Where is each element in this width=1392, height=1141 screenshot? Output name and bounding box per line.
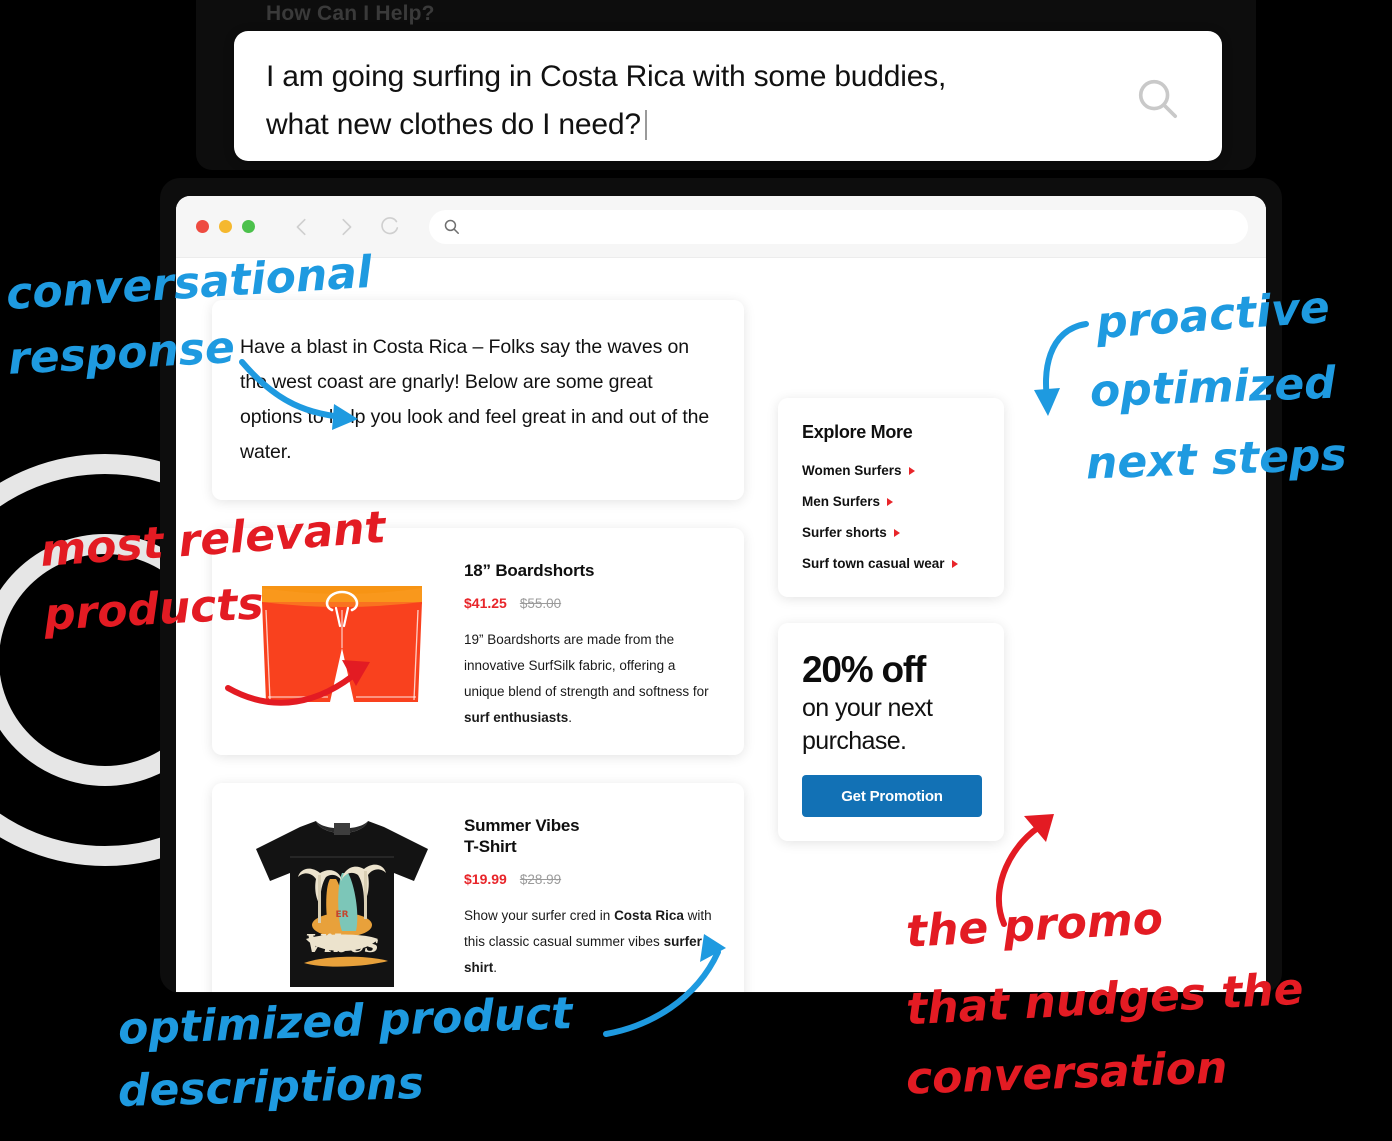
explore-more-card: Explore More Women Surfers Men Surfers S…	[778, 398, 1004, 597]
main-column: Have a blast in Costa Rica – Folks say t…	[212, 300, 744, 992]
desc-bold: surf enthusiasts	[464, 710, 569, 725]
product-title: Summer Vibes T-Shirt	[464, 816, 580, 856]
explore-link-surfer-shorts[interactable]: Surfer shorts	[802, 525, 984, 540]
search-query-text: I am going surfing in Costa Rica with so…	[266, 53, 1086, 149]
maximize-button[interactable]	[242, 220, 255, 233]
explore-link-label: Men Surfers	[802, 494, 881, 509]
annotation-optimized-descriptions-line-1: optimized product	[117, 988, 574, 1055]
product-info: 18” Boardshorts $41.25 $55.00 19” Boards…	[464, 552, 718, 731]
explore-link-label: Women Surfers	[802, 463, 902, 478]
search-panel-title: How Can I Help?	[266, 2, 435, 25]
product-card-tshirt[interactable]: Vibes ER Summer Vibes T-Shirt $19.99 $28…	[212, 783, 744, 992]
product-card-boardshorts[interactable]: 18” Boardshorts $41.25 $55.00 19” Boards…	[212, 528, 744, 755]
promo-headline: 20% off	[802, 649, 926, 690]
explore-link-women-surfers[interactable]: Women Surfers	[802, 463, 984, 478]
boardshorts-image	[234, 552, 450, 712]
chevron-left-icon[interactable]	[291, 216, 313, 238]
explore-link-label: Surf town casual wear	[802, 556, 945, 571]
search-icon	[444, 219, 459, 234]
browser-window: Have a blast in Costa Rica – Folks say t…	[176, 196, 1266, 992]
arrow-right-icon	[951, 559, 958, 568]
arrow-right-icon	[908, 466, 915, 475]
desc-pre: 19” Boardshorts are made from the innova…	[464, 632, 709, 699]
annotation-promo-line-3: conversation	[905, 1042, 1229, 1105]
reload-icon[interactable]	[379, 216, 401, 238]
close-button[interactable]	[196, 220, 209, 233]
annotation-optimized-descriptions-line-2: descriptions	[117, 1058, 425, 1117]
get-promotion-button[interactable]: Get Promotion	[802, 775, 982, 817]
svg-text:Vibes: Vibes	[306, 929, 379, 958]
browser-chrome-bar	[176, 196, 1266, 258]
chevron-right-icon[interactable]	[335, 216, 357, 238]
promo-subline-2: purchase.	[802, 727, 907, 755]
price-row: $19.99 $28.99	[464, 871, 718, 887]
minimize-button[interactable]	[219, 220, 232, 233]
text-caret	[644, 110, 647, 140]
desc-pre: Show your surfer cred in	[464, 908, 615, 923]
desc-post: .	[493, 960, 498, 975]
search-input[interactable]: I am going surfing in Costa Rica with so…	[234, 31, 1222, 161]
desc-post: .	[568, 710, 573, 725]
svg-text:ER: ER	[335, 910, 348, 920]
browser-nav-buttons	[291, 216, 401, 238]
address-bar[interactable]	[429, 209, 1248, 244]
explore-more-title: Explore More	[802, 422, 913, 442]
sale-price: $41.25	[464, 595, 507, 611]
product-title: 18” Boardshorts	[464, 561, 595, 580]
original-price: $28.99	[519, 872, 562, 887]
search-query-line-1: I am going surfing in Costa Rica with so…	[266, 60, 947, 93]
sidebar-column: Explore More Women Surfers Men Surfers S…	[778, 398, 1004, 841]
product-description: Show your surfer cred in Costa Rica with…	[464, 903, 718, 981]
search-query-line-2: what new clothes do I need?	[266, 108, 641, 141]
explore-link-surf-town-casual-wear[interactable]: Surf town casual wear	[802, 556, 984, 571]
explore-link-men-surfers[interactable]: Men Surfers	[802, 494, 984, 509]
desc-bold: Costa Rica	[614, 908, 684, 923]
promotion-card: 20% off on your next purchase. Get Promo…	[778, 623, 1004, 841]
explore-link-label: Surfer shorts	[802, 525, 887, 540]
arrow-right-icon	[893, 528, 900, 537]
tshirt-image: Vibes ER	[234, 807, 450, 992]
conversational-response-card: Have a blast in Costa Rica – Folks say t…	[212, 300, 744, 500]
response-text: Have a blast in Costa Rica – Folks say t…	[240, 336, 710, 463]
price-row: $41.25 $55.00	[464, 595, 718, 611]
page-content: Have a blast in Costa Rica – Folks say t…	[176, 258, 1266, 992]
search-icon[interactable]	[1134, 75, 1180, 121]
product-description: 19” Boardshorts are made from the innova…	[464, 627, 718, 731]
sale-price: $19.99	[464, 871, 507, 887]
promo-subline-1: on your next	[802, 694, 933, 722]
arrow-right-icon	[887, 497, 894, 506]
traffic-lights	[196, 220, 255, 233]
original-price: $55.00	[519, 596, 562, 611]
product-info: Summer Vibes T-Shirt $19.99 $28.99 Show …	[464, 807, 718, 981]
